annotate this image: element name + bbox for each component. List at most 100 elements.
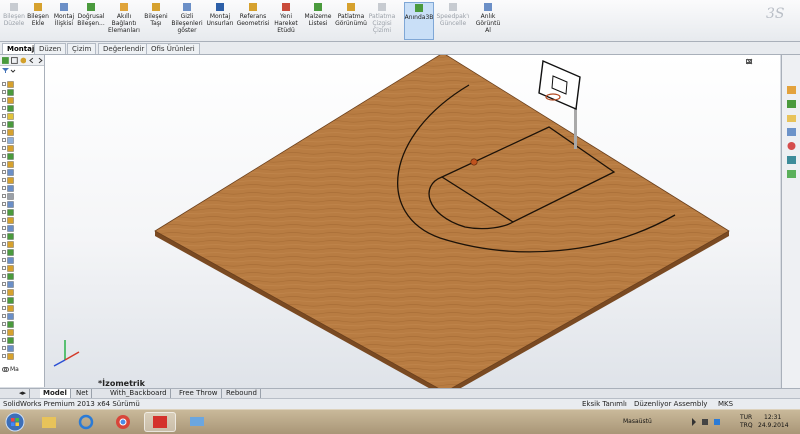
tree-expander-icon[interactable] [2, 346, 6, 350]
tree-item[interactable] [2, 328, 14, 336]
tree-expander-icon[interactable] [2, 266, 6, 270]
tree-expander-icon[interactable] [2, 306, 6, 310]
tree-expander-icon[interactable] [2, 226, 6, 230]
reference-geometry-button[interactable]: Referans Geometrisi [236, 2, 270, 40]
tree-expander-icon[interactable] [2, 250, 6, 254]
tree-item[interactable] [2, 192, 14, 200]
bottom-tab-model[interactable]: Model [40, 389, 71, 398]
tree-item[interactable] [2, 344, 14, 352]
custom-properties-icon[interactable] [786, 155, 797, 165]
tree-item[interactable] [2, 176, 14, 184]
bottom-tab-net[interactable]: Net [73, 389, 93, 398]
desktop-toolbar-label[interactable]: Masaüstü [623, 418, 652, 426]
scroll-left-icon[interactable] [28, 57, 35, 64]
taskbar-solidworks[interactable] [144, 412, 176, 432]
mate-button[interactable]: Montaj İlişkisi [52, 2, 76, 40]
bottom-tab-free-throw[interactable]: Free Throw [176, 389, 222, 398]
tree-expander-icon[interactable] [2, 186, 6, 190]
tree-item[interactable] [2, 288, 14, 296]
tree-expander-icon[interactable] [2, 202, 6, 206]
tree-item[interactable] [2, 112, 14, 120]
tree-expander-icon[interactable] [2, 114, 6, 118]
tree-expander-icon[interactable] [2, 162, 6, 166]
basketball-court-model[interactable] [45, 55, 780, 388]
tree-item[interactable] [2, 224, 14, 232]
tree-expander-icon[interactable] [2, 218, 6, 222]
config-manager-icon[interactable] [20, 57, 27, 64]
exploded-view-button[interactable]: Patlatma Görünümü [335, 2, 367, 40]
design-library-icon[interactable] [786, 99, 797, 109]
linear-component-pattern-button[interactable]: Doğrusal Bileşen... [77, 2, 105, 40]
tree-expander-icon[interactable] [2, 98, 6, 102]
tree-item[interactable] [2, 160, 14, 168]
tree-expander-icon[interactable] [2, 122, 6, 126]
show-hidden-components-button[interactable]: Gizli Bileşenleri göster [171, 2, 203, 40]
tree-item[interactable] [2, 272, 14, 280]
tree-item[interactable] [2, 320, 14, 328]
scroll-arrows[interactable]: ◂▸ [16, 389, 31, 398]
tree-item[interactable] [2, 264, 14, 272]
tree-item[interactable] [2, 336, 14, 344]
tree-item[interactable] [2, 200, 14, 208]
instant3d-button[interactable]: Anında3B [404, 2, 434, 40]
tree-expander-icon[interactable] [2, 130, 6, 134]
move-component-button[interactable]: Bileşeni Taşı [144, 2, 168, 40]
taskbar-explorer[interactable] [33, 412, 65, 432]
bottom-tab-rebound[interactable]: Rebound [223, 389, 261, 398]
tree-item[interactable] [2, 152, 14, 160]
basketball[interactable] [470, 158, 478, 166]
tab-duzen[interactable]: Düzen [34, 43, 67, 54]
tree-expander-icon[interactable] [2, 90, 6, 94]
language-indicator[interactable]: TUR [740, 414, 752, 422]
tree-item[interactable] [2, 96, 14, 104]
feature-manager-icon[interactable] [2, 56, 9, 64]
backboard[interactable] [538, 59, 581, 111]
tree-expander-icon[interactable] [2, 178, 6, 182]
court-floor[interactable] [154, 55, 730, 388]
tree-item[interactable] [2, 88, 14, 96]
clock-date[interactable]: 24.9.2014 [758, 422, 789, 430]
windows-start-icon[interactable] [4, 412, 26, 432]
taskbar-app[interactable] [181, 412, 213, 432]
view-palette-icon[interactable] [786, 127, 797, 137]
tree-expander-icon[interactable] [2, 194, 6, 198]
close-icon[interactable] [745, 58, 754, 65]
tree-item[interactable] [2, 216, 14, 224]
tree-item[interactable] [2, 120, 14, 128]
tree-expander-icon[interactable] [2, 138, 6, 142]
tree-item[interactable] [2, 128, 14, 136]
tree-expander-icon[interactable] [2, 290, 6, 294]
graphics-area[interactable]: *İzometrik [45, 55, 780, 388]
tree-expander-icon[interactable] [2, 298, 6, 302]
bill-of-materials-button[interactable]: Malzeme Listesi [304, 2, 332, 40]
tree-expander-icon[interactable] [2, 234, 6, 238]
scroll-right-icon[interactable] [37, 57, 44, 64]
tree-expander-icon[interactable] [2, 330, 6, 334]
filter-icon[interactable] [1, 67, 17, 74]
clock-time[interactable]: 12:31 [764, 414, 781, 422]
taskbar-chrome[interactable] [107, 412, 139, 432]
appearances-icon[interactable] [786, 141, 797, 151]
tree-item[interactable] [2, 296, 14, 304]
tree-item[interactable] [2, 352, 14, 360]
tree-expander-icon[interactable] [2, 322, 6, 326]
tab-cizim[interactable]: Çizim [67, 43, 97, 54]
bottom-tab-with-backboard[interactable]: With_Backboard [107, 389, 171, 398]
tree-expander-icon[interactable] [2, 170, 6, 174]
file-explorer-icon[interactable] [786, 113, 797, 123]
tree-item[interactable] [2, 80, 14, 88]
tree-item[interactable] [2, 208, 14, 216]
tree-expander-icon[interactable] [2, 338, 6, 342]
tab-degerlendir[interactable]: Değerlendir [98, 43, 150, 54]
tree-item[interactable] [2, 232, 14, 240]
tree-item[interactable] [2, 280, 14, 288]
update-speedpak-button[interactable]: Speedpak'ı Güncelle [436, 2, 470, 40]
tree-item[interactable] [2, 168, 14, 176]
tree-expander-icon[interactable] [2, 82, 6, 86]
tree-expander-icon[interactable] [2, 282, 6, 286]
filter-box[interactable] [1, 67, 17, 76]
tree-item[interactable] [2, 312, 14, 320]
tree-expander-icon[interactable] [2, 154, 6, 158]
insert-components-button[interactable]: Bileşen Ekle [26, 2, 50, 40]
take-snapshot-button[interactable]: Anlık Görüntü Al [476, 2, 500, 40]
